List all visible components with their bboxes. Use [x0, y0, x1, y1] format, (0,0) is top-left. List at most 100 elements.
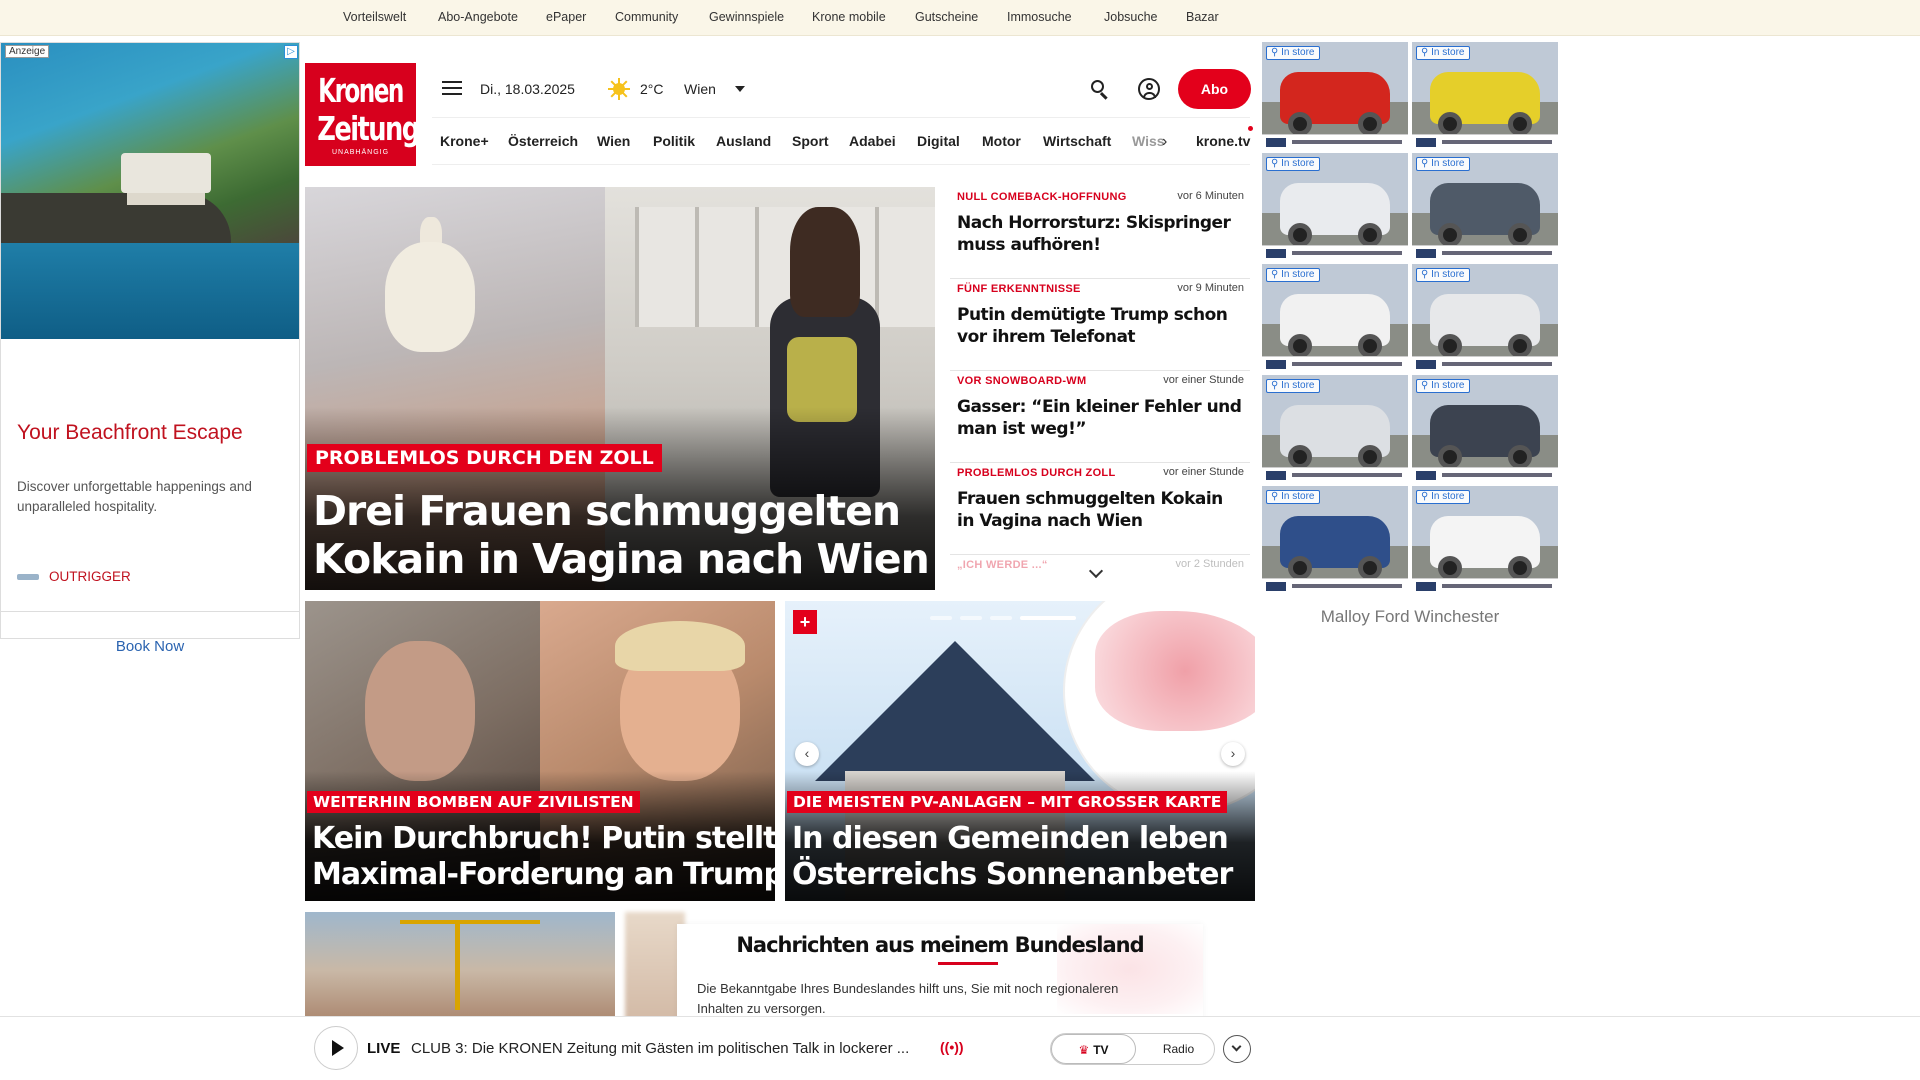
topbar-link-bazar[interactable]: Bazar — [1186, 10, 1219, 24]
topbar-link-abo-angebote[interactable]: Abo-Angebote — [438, 10, 518, 24]
ad-title[interactable]: Your Beachfront Escape — [17, 421, 243, 445]
hamburger-menu-icon[interactable] — [442, 81, 462, 97]
card-headline-line-1[interactable]: In diesen Gemeinden leben — [792, 821, 1229, 856]
card-headline-line-1[interactable]: Kein Durchbruch! Putin stellt — [312, 821, 775, 856]
car-tile[interactable]: ⚲ In store — [1262, 486, 1408, 594]
list-item-time: vor 6 Minuten — [1177, 190, 1244, 202]
article-card-pv-anlagen[interactable]: + ‹ › DIE MEISTEN PV-ANLAGEN – MIT GROSS… — [785, 601, 1255, 901]
ad-brand-name: OUTRIGGER — [49, 569, 131, 584]
live-program-text[interactable]: CLUB 3: Die KRONEN Zeitung mit Gästen im… — [411, 1040, 909, 1057]
nav-item-sport[interactable]: Sport — [792, 133, 829, 149]
nav-scroll-right-icon[interactable]: › — [1162, 133, 1167, 151]
bundesland-title: Nachrichten aus meinem Bundesland — [736, 933, 1144, 957]
crown-icon: ♛ — [1078, 1043, 1090, 1057]
carousel-next-button[interactable]: › — [1221, 742, 1245, 766]
kronen-zeitung-logo[interactable]: Kronen Zeitung UNABHÄNGIG — [305, 63, 420, 166]
topbar-link-jobsuche[interactable]: Jobsuche — [1104, 10, 1158, 24]
in-store-badge: ⚲ In store — [1266, 490, 1321, 504]
expand-player-button[interactable] — [1223, 1035, 1251, 1063]
nav-item-wissen[interactable]: Wiss — [1132, 133, 1165, 149]
list-item[interactable]: FÜNF ERKENNTNISSE vor 9 Minuten Putin de… — [950, 279, 1250, 371]
logo-line-1: Kronen — [318, 71, 404, 110]
tv-option[interactable]: ♛ TV — [1051, 1034, 1136, 1064]
nav-item-politik[interactable]: Politik — [653, 133, 695, 149]
bundesland-text: Die Bekanntgabe Ihres Bundeslandes hilft… — [697, 981, 1119, 1016]
carousel-prev-button[interactable]: ‹ — [795, 742, 819, 766]
card-headline-line-2[interactable]: Maximal-Forderung an Trump — [312, 857, 775, 892]
in-store-badge: ⚲ In store — [1416, 268, 1471, 282]
in-store-badge: ⚲ In store — [1266, 157, 1321, 171]
left-advertisement[interactable]: Anzeige ▷ Your Beachfront Escape Discove… — [0, 42, 300, 655]
top-service-bar: Vorteilswelt Abo-Angebote ePaper Communi… — [0, 0, 1920, 36]
nav-item-ausland[interactable]: Ausland — [716, 133, 771, 149]
user-account-icon[interactable] — [1138, 78, 1160, 100]
card-kicker: DIE MEISTEN PV-ANLAGEN – MIT GROSSER KAR… — [787, 791, 1228, 813]
topbar-link-immosuche[interactable]: Immosuche — [1007, 10, 1072, 24]
search-icon[interactable] — [1090, 79, 1110, 100]
list-item-title[interactable]: Nach Horrorsturz: Skispringer muss aufhö… — [957, 212, 1242, 256]
wheel — [1438, 334, 1462, 358]
dealer-strip — [1412, 356, 1558, 372]
list-item[interactable]: VOR SNOWBOARD-WM vor einer Stunde Gasser… — [950, 371, 1250, 463]
list-item-title[interactable]: Putin demütigte Trump schon vor ihrem Te… — [957, 304, 1242, 348]
dealer-strip — [1412, 578, 1558, 594]
list-item[interactable]: NULL COMEBACK-HOFFNUNG vor 6 Minuten Nac… — [950, 187, 1250, 279]
list-item-title[interactable]: Frauen schmuggelten Kokain in Vagina nac… — [957, 488, 1242, 532]
nav-item-krone-tv[interactable]: krone.tv — [1196, 133, 1250, 149]
nav-item-digital[interactable]: Digital — [917, 133, 960, 149]
topbar-link-gutscheine[interactable]: Gutscheine — [915, 10, 978, 24]
hero-headline-line-2[interactable]: Kokain in Vagina nach Wien — [313, 535, 930, 583]
car-tile[interactable]: ⚲ In store — [1412, 42, 1558, 150]
dealer-strip — [1262, 467, 1408, 483]
car-tile[interactable]: ⚲ In store — [1262, 375, 1408, 483]
right-advertisement[interactable]: ▷✕ ⚲ In store⚲ In store⚲ In store⚲ In st… — [1262, 42, 1558, 642]
topbar-link-vorteilswelt[interactable]: Vorteilswelt — [343, 10, 406, 24]
ad-label: Anzeige — [5, 45, 50, 58]
car-tile[interactable]: ⚲ In store — [1412, 264, 1558, 372]
city-selector[interactable]: Wien — [684, 81, 716, 97]
list-item-kicker: „ICH WERDE ...“ — [957, 559, 1048, 571]
in-store-badge: ⚲ In store — [1266, 379, 1321, 393]
main-navigation: Krone+ Österreich Wien Politik Ausland S… — [432, 117, 1253, 165]
ad-resort-image[interactable]: Anzeige ▷ — [1, 43, 299, 339]
topbar-link-krone-mobile[interactable]: Krone mobile — [812, 10, 886, 24]
car-tile[interactable]: ⚲ In store — [1412, 375, 1558, 483]
wheel — [1438, 556, 1462, 580]
car-tile[interactable]: ⚲ In store — [1262, 153, 1408, 261]
topbar-link-epaper[interactable]: ePaper — [546, 10, 586, 24]
article-card-putin-trump[interactable]: WEITERHIN BOMBEN AUF ZIVILISTEN Kein Dur… — [305, 601, 775, 901]
list-item-title[interactable]: Gasser: “Ein kleiner Fehler und man ist … — [957, 396, 1242, 440]
hero-article[interactable]: PROBLEMLOS DURCH DEN ZOLL Drei Frauen sc… — [305, 187, 935, 590]
car-tile[interactable]: ⚲ In store — [1262, 42, 1408, 150]
hero-image-hair — [790, 207, 860, 317]
card-headline-line-2[interactable]: Österreichs Sonnenanbeter — [792, 857, 1233, 892]
topbar-link-gewinnspiele[interactable]: Gewinnspiele — [709, 10, 784, 24]
ad-brand[interactable]: OUTRIGGER — [17, 569, 131, 584]
radio-option[interactable]: Radio — [1146, 1034, 1211, 1064]
nav-item-krone-plus[interactable]: Krone+ — [440, 133, 489, 149]
play-button[interactable] — [314, 1026, 358, 1070]
nav-item-adabei[interactable]: Adabei — [849, 133, 896, 149]
city-image-crane — [400, 920, 540, 924]
car-tile[interactable]: ⚲ In store — [1262, 264, 1408, 372]
book-now-button[interactable]: Book Now — [1, 638, 299, 655]
nav-item-oesterreich[interactable]: Österreich — [508, 133, 578, 149]
carousel-indicator[interactable] — [930, 607, 1090, 620]
wheel — [1358, 334, 1382, 358]
tv-radio-toggle[interactable]: ♛ TV Radio — [1050, 1033, 1215, 1065]
hero-headline-line-1[interactable]: Drei Frauen schmuggelten — [313, 487, 901, 535]
car-tile[interactable]: ⚲ In store — [1412, 486, 1558, 594]
nav-item-wien[interactable]: Wien — [597, 133, 630, 149]
abo-button[interactable]: Abo — [1178, 69, 1251, 109]
topbar-link-community[interactable]: Community — [615, 10, 678, 24]
ad-dealer-name[interactable]: Malloy Ford Winchester — [1262, 607, 1558, 627]
list-item-kicker: NULL COMEBACK-HOFFNUNG — [957, 191, 1127, 203]
dealer-strip — [1412, 134, 1558, 150]
list-item[interactable]: PROBLEMLOS DURCH ZOLL vor einer Stunde F… — [950, 463, 1250, 555]
nav-item-motor[interactable]: Motor — [982, 133, 1021, 149]
card-image-hair-right — [615, 621, 745, 671]
nav-item-wirtschaft[interactable]: Wirtschaft — [1043, 133, 1111, 149]
adchoices-icon[interactable]: ▷ — [284, 45, 298, 59]
car-tile[interactable]: ⚲ In store — [1412, 153, 1558, 261]
chevron-down-icon[interactable] — [735, 86, 745, 92]
